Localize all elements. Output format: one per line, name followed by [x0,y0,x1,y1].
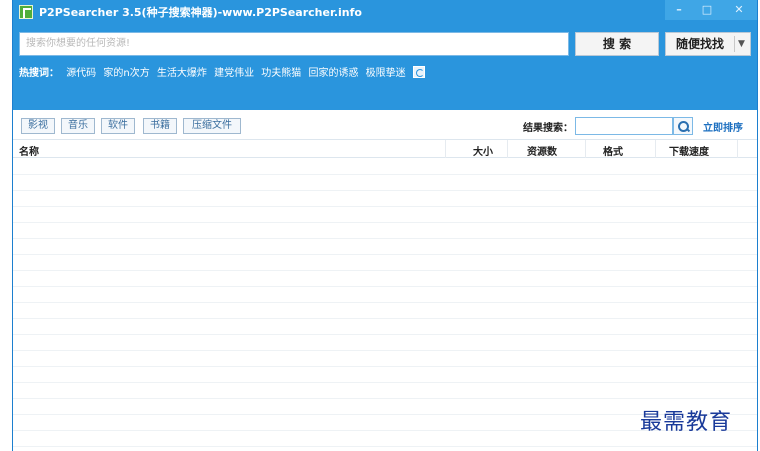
hot-term[interactable]: 源代码 [66,68,96,79]
row-gridline [13,286,757,287]
column-format[interactable]: 格式 [603,143,623,158]
column-size[interactable]: 大小 [473,143,493,158]
random-search-label: 随便找找 [676,37,725,51]
filter-toolbar: 影视 音乐 软件 书籍 压缩文件 结果搜索： 立即排序 [13,110,757,140]
result-filter-label: 结果搜索： [523,123,573,134]
row-gridline [13,318,757,319]
header-panel: P2PSearcher 3.5(种子搜索神器)-www.P2PSearcher.… [13,0,757,110]
hot-term[interactable]: 建党伟业 [214,68,254,79]
row-gridline [13,222,757,223]
column-name[interactable]: 名称 [19,143,39,158]
title-bar[interactable]: P2PSearcher 3.5(种子搜索神器)-www.P2PSearcher.… [13,0,757,24]
split-divider [734,36,735,52]
row-gridline [13,382,757,383]
row-gridline [13,398,757,399]
hot-search-label: 热搜词： [19,68,59,79]
row-gridline [13,366,757,367]
close-button[interactable]: ✕ [721,0,757,20]
category-software-button[interactable]: 软件 [101,118,135,134]
row-gridline [13,302,757,303]
maximize-icon: □ [701,3,713,16]
close-icon: ✕ [734,3,744,16]
app-icon [19,5,33,19]
row-gridline [13,446,757,447]
sort-now-link[interactable]: 立即排序 [703,119,743,134]
window-title: P2PSearcher 3.5(种子搜索神器)-www.P2PSearcher.… [39,6,362,19]
row-gridline [13,254,757,255]
row-gridline [13,206,757,207]
hot-search-row: 热搜词： 源代码 家的n次方 生活大爆炸 建党伟业 功夫熊猫 回家的诱惑 极限挚… [19,64,429,80]
chevron-down-icon[interactable]: ▼ [738,33,745,55]
search-input[interactable]: 搜索你想要的任何资源! [19,32,569,56]
row-gridline [13,238,757,239]
watermark-text: 最需教育 [640,410,733,435]
hot-term[interactable]: 回家的诱惑 [308,68,358,79]
hot-term[interactable]: 生活大爆炸 [157,68,207,79]
row-gridline [13,190,757,191]
category-books-button[interactable]: 书籍 [143,118,177,134]
result-filter-input[interactable] [575,117,673,135]
column-speed[interactable]: 下载速度 [669,143,709,158]
hot-term[interactable]: 功夫熊猫 [261,68,301,79]
category-movie-button[interactable]: 影视 [21,118,55,134]
row-gridline [13,270,757,271]
random-search-button[interactable]: 随便找找 ▼ [665,32,751,56]
category-music-button[interactable]: 音乐 [61,118,95,134]
category-archive-button[interactable]: 压缩文件 [183,118,241,134]
row-gridline [13,334,757,335]
minimize-icon: – [676,3,682,16]
row-gridline [13,174,757,175]
magnifier-icon[interactable] [673,117,693,135]
minimize-button[interactable]: – [665,0,693,20]
hot-term[interactable]: 家的n次方 [103,68,149,79]
column-sources[interactable]: 资源数 [527,143,557,158]
search-button[interactable]: 搜 索 [575,32,659,56]
maximize-button[interactable]: □ [693,0,721,20]
results-table-header: 名称 大小 资源数 格式 下载速度 [13,140,757,158]
refresh-icon[interactable] [412,66,425,78]
hot-term[interactable]: 极限挚迷 [366,68,406,79]
app-window: P2PSearcher 3.5(种子搜索神器)-www.P2PSearcher.… [12,0,758,451]
row-gridline [13,350,757,351]
